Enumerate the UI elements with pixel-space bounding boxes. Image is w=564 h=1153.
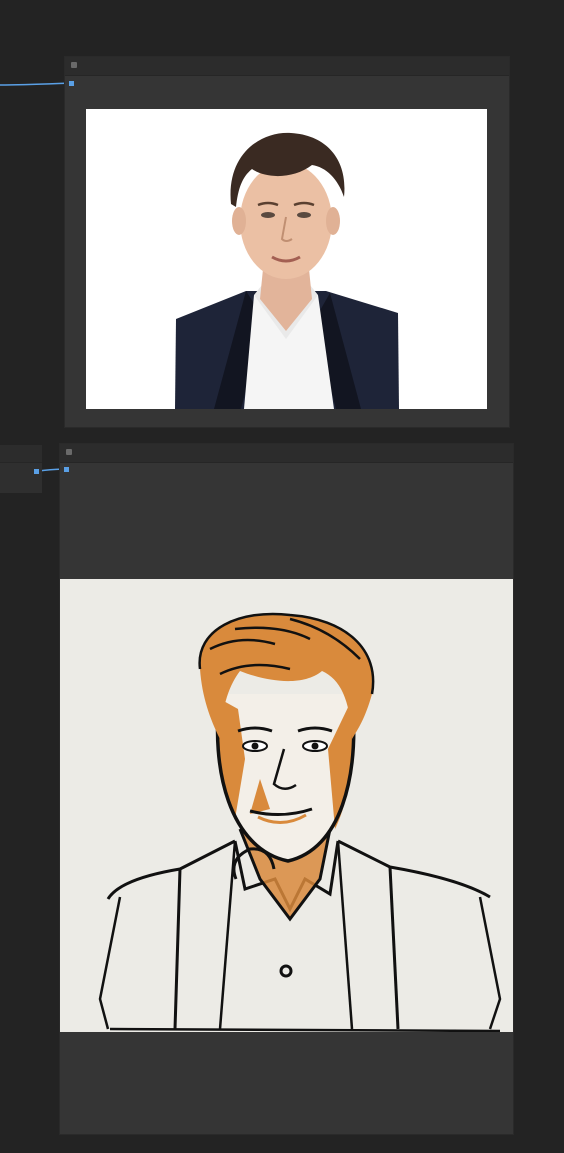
sketch-preview-node[interactable] (60, 444, 513, 1134)
partial-node-header[interactable] (0, 445, 42, 463)
output-port[interactable] (34, 469, 39, 474)
photo-preview-node[interactable] (65, 57, 509, 427)
input-port[interactable] (69, 81, 74, 86)
partial-upstream-node[interactable] (0, 445, 42, 493)
collapse-toggle-icon[interactable] (71, 62, 77, 68)
portrait-photo-image (86, 109, 487, 409)
portrait-photo-graphic (175, 132, 399, 409)
collapse-toggle-icon[interactable] (66, 449, 72, 455)
wire-to-photo-node (0, 82, 72, 86)
node-header[interactable] (60, 444, 513, 463)
node-header[interactable] (65, 57, 509, 76)
portrait-sketch-graphic (98, 612, 502, 1032)
node-graph-canvas[interactable] (0, 0, 564, 1153)
input-port[interactable] (64, 467, 69, 472)
portrait-sketch-image (60, 579, 513, 1032)
